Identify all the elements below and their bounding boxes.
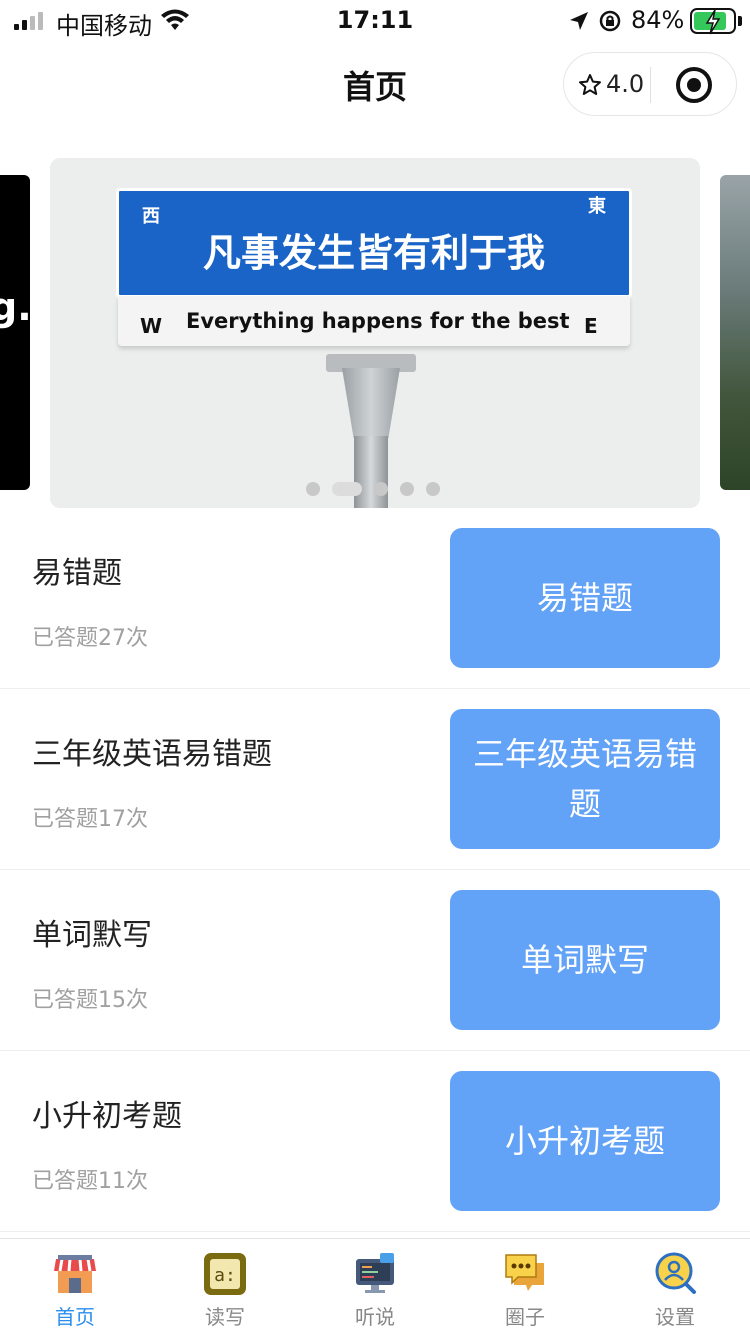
carousel-indicator	[306, 482, 440, 496]
close-target-icon[interactable]	[676, 67, 712, 103]
tab-read-write[interactable]: a: 读写	[150, 1239, 300, 1334]
location-icon	[570, 12, 588, 30]
tab-circle[interactable]: 圈子	[450, 1239, 600, 1334]
item-title: 小升初考题	[32, 1099, 182, 1134]
banner-next-slide[interactable]	[720, 175, 750, 490]
carousel-dot[interactable]	[374, 482, 388, 496]
miniprogram-capsule: 4.0	[563, 52, 737, 116]
tab-label: 读写	[205, 1305, 245, 1329]
sign-east-cn: 東	[588, 196, 606, 217]
read-write-icon: a:	[204, 1253, 246, 1295]
item-start-button[interactable]: 单词默写	[450, 890, 720, 1030]
tab-home[interactable]: 首页	[0, 1239, 150, 1334]
sign-west: W	[140, 314, 163, 338]
battery-cap	[738, 16, 742, 26]
battery-icon	[690, 8, 736, 35]
rating-value[interactable]: 4.0	[606, 70, 644, 98]
item-count: 已答题15次	[32, 988, 148, 1013]
chat-icon	[505, 1254, 544, 1291]
item-title: 易错题	[32, 556, 122, 591]
charging-bolt-icon	[705, 9, 721, 35]
carousel-dot[interactable]	[426, 482, 440, 496]
sign-pole	[354, 436, 388, 508]
exercise-list: 易错题 已答题27次 易错题 三年级英语易错题 已答题17次 三年级英语易错题 …	[0, 508, 750, 1232]
monitor-icon	[356, 1253, 394, 1293]
item-title: 三年级英语易错题	[32, 737, 272, 772]
tab-settings[interactable]: 设置	[600, 1239, 750, 1334]
capsule-divider	[650, 67, 651, 103]
street-sign: 西 東 凡事发生皆有利于我 W Everything happens for t…	[116, 188, 632, 348]
pole-head	[342, 368, 400, 438]
rotation-lock-icon	[599, 10, 621, 32]
tab-label: 设置	[655, 1305, 695, 1329]
list-item: 小升初考题 已答题11次 小升初考题	[0, 1051, 750, 1232]
tab-label: 圈子	[505, 1305, 545, 1329]
carousel-dot[interactable]	[306, 482, 320, 496]
shop-icon	[54, 1255, 96, 1293]
sign-east: E	[584, 314, 598, 338]
list-item: 单词默写 已答题15次 单词默写	[0, 870, 750, 1051]
carousel-dot[interactable]	[400, 482, 414, 496]
tab-bar: 首页 a: 读写 听说 圈子 设置	[0, 1238, 750, 1334]
item-count: 已答题27次	[32, 626, 148, 651]
user-search-icon	[655, 1252, 696, 1294]
banner-previous-slide[interactable]: g.	[0, 175, 30, 490]
item-start-button[interactable]: 易错题	[450, 528, 720, 668]
tab-label: 听说	[355, 1305, 395, 1329]
carousel-dot[interactable]	[332, 482, 362, 496]
sign-chinese-text: 凡事发生皆有利于我	[202, 231, 545, 275]
banner-slide[interactable]: 西 東 凡事发生皆有利于我 W Everything happens for t…	[50, 158, 700, 508]
item-title: 单词默写	[32, 918, 152, 953]
item-count: 已答题17次	[32, 807, 148, 832]
battery-percent: 84%	[631, 6, 685, 34]
star-icon[interactable]	[578, 73, 602, 97]
banner-previous-text: g.	[0, 285, 30, 329]
status-bar: 中国移动 17:11 84%	[0, 0, 750, 44]
item-start-button[interactable]: 三年级英语易错题	[450, 709, 720, 849]
tab-listen-speak[interactable]: 听说	[300, 1239, 450, 1334]
list-item: 三年级英语易错题 已答题17次 三年级英语易错题	[0, 689, 750, 870]
svg-text:a:: a:	[214, 1265, 236, 1286]
item-count: 已答题11次	[32, 1169, 148, 1194]
item-start-button[interactable]: 小升初考题	[450, 1071, 720, 1211]
sign-english-text: Everything happens for the best	[186, 309, 570, 333]
tab-label: 首页	[55, 1305, 95, 1329]
list-item: 易错题 已答题27次 易错题	[0, 508, 750, 689]
